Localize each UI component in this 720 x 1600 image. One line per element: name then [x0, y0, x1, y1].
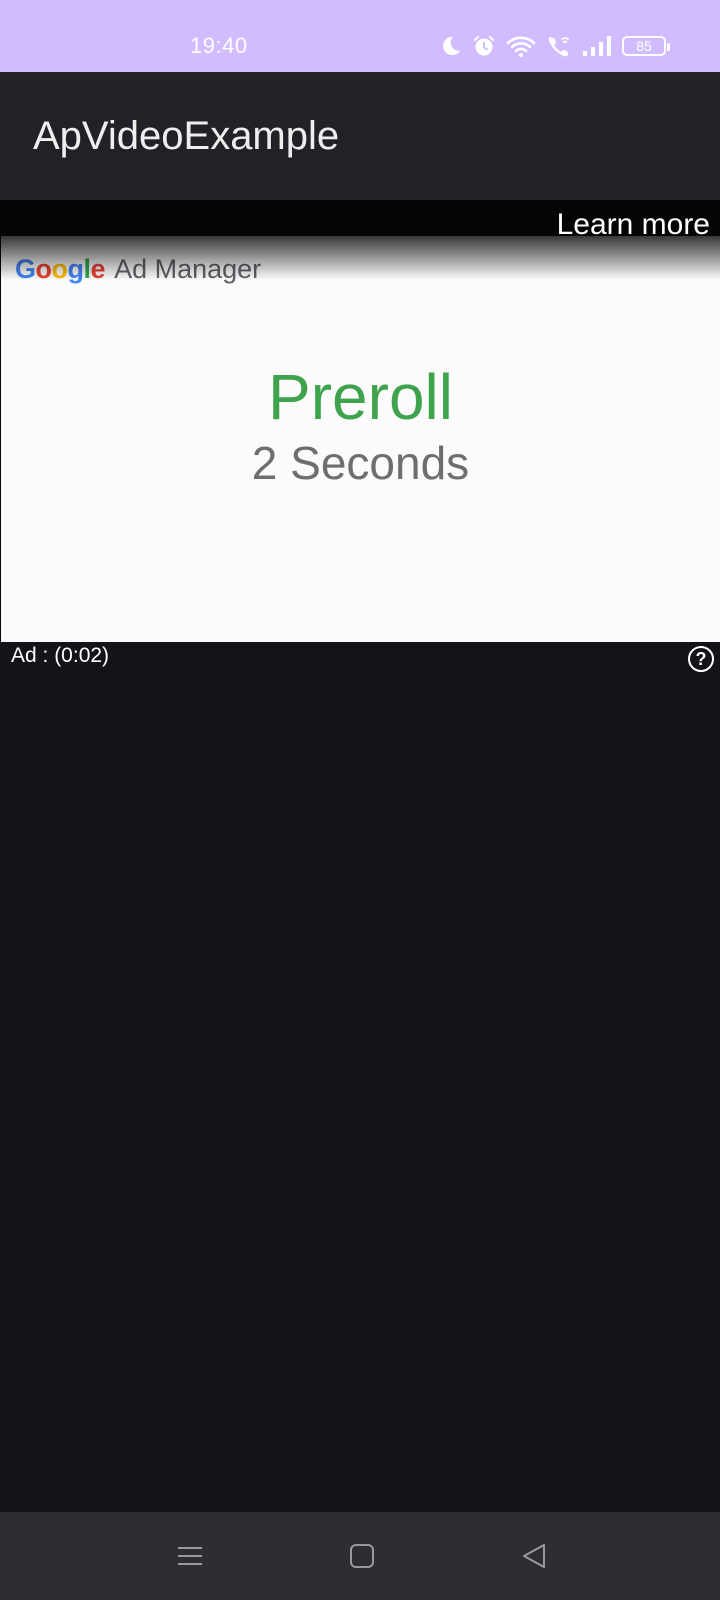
top-gradient	[1, 236, 720, 280]
help-icon[interactable]: ?	[688, 646, 714, 672]
home-icon[interactable]	[346, 1540, 378, 1572]
ad-info-strip: Ad : (0:02) ?	[0, 642, 720, 678]
status-time: 19:40	[190, 33, 248, 58]
battery-icon: 85	[622, 36, 670, 56]
ad-headline: Preroll	[268, 361, 453, 433]
app-title: ApVideoExample	[33, 114, 340, 158]
status-icons: 85	[440, 32, 670, 60]
signal-icon	[582, 35, 612, 57]
wifi-icon	[506, 34, 536, 58]
learn-more-link[interactable]: Learn more	[557, 208, 710, 242]
status-bar: 19:40 85	[0, 0, 720, 72]
back-icon[interactable]	[518, 1540, 550, 1572]
ad-subline: 2 Seconds	[251, 437, 470, 489]
system-nav-bar	[0, 1512, 720, 1600]
wifi-calling-icon	[546, 34, 572, 58]
alarm-icon	[472, 34, 496, 58]
ad-countdown: Ad : (0:02)	[11, 644, 110, 667]
ad-creative[interactable]: Google Ad Manager Preroll 2 Seconds	[1, 236, 720, 642]
battery-level: 85	[636, 38, 652, 54]
app-bar: ApVideoExample	[0, 72, 720, 200]
video-player[interactable]: Google Ad Manager Preroll 2 Seconds Lear…	[0, 200, 720, 642]
moon-icon	[440, 35, 462, 57]
menu-icon[interactable]	[174, 1540, 206, 1572]
